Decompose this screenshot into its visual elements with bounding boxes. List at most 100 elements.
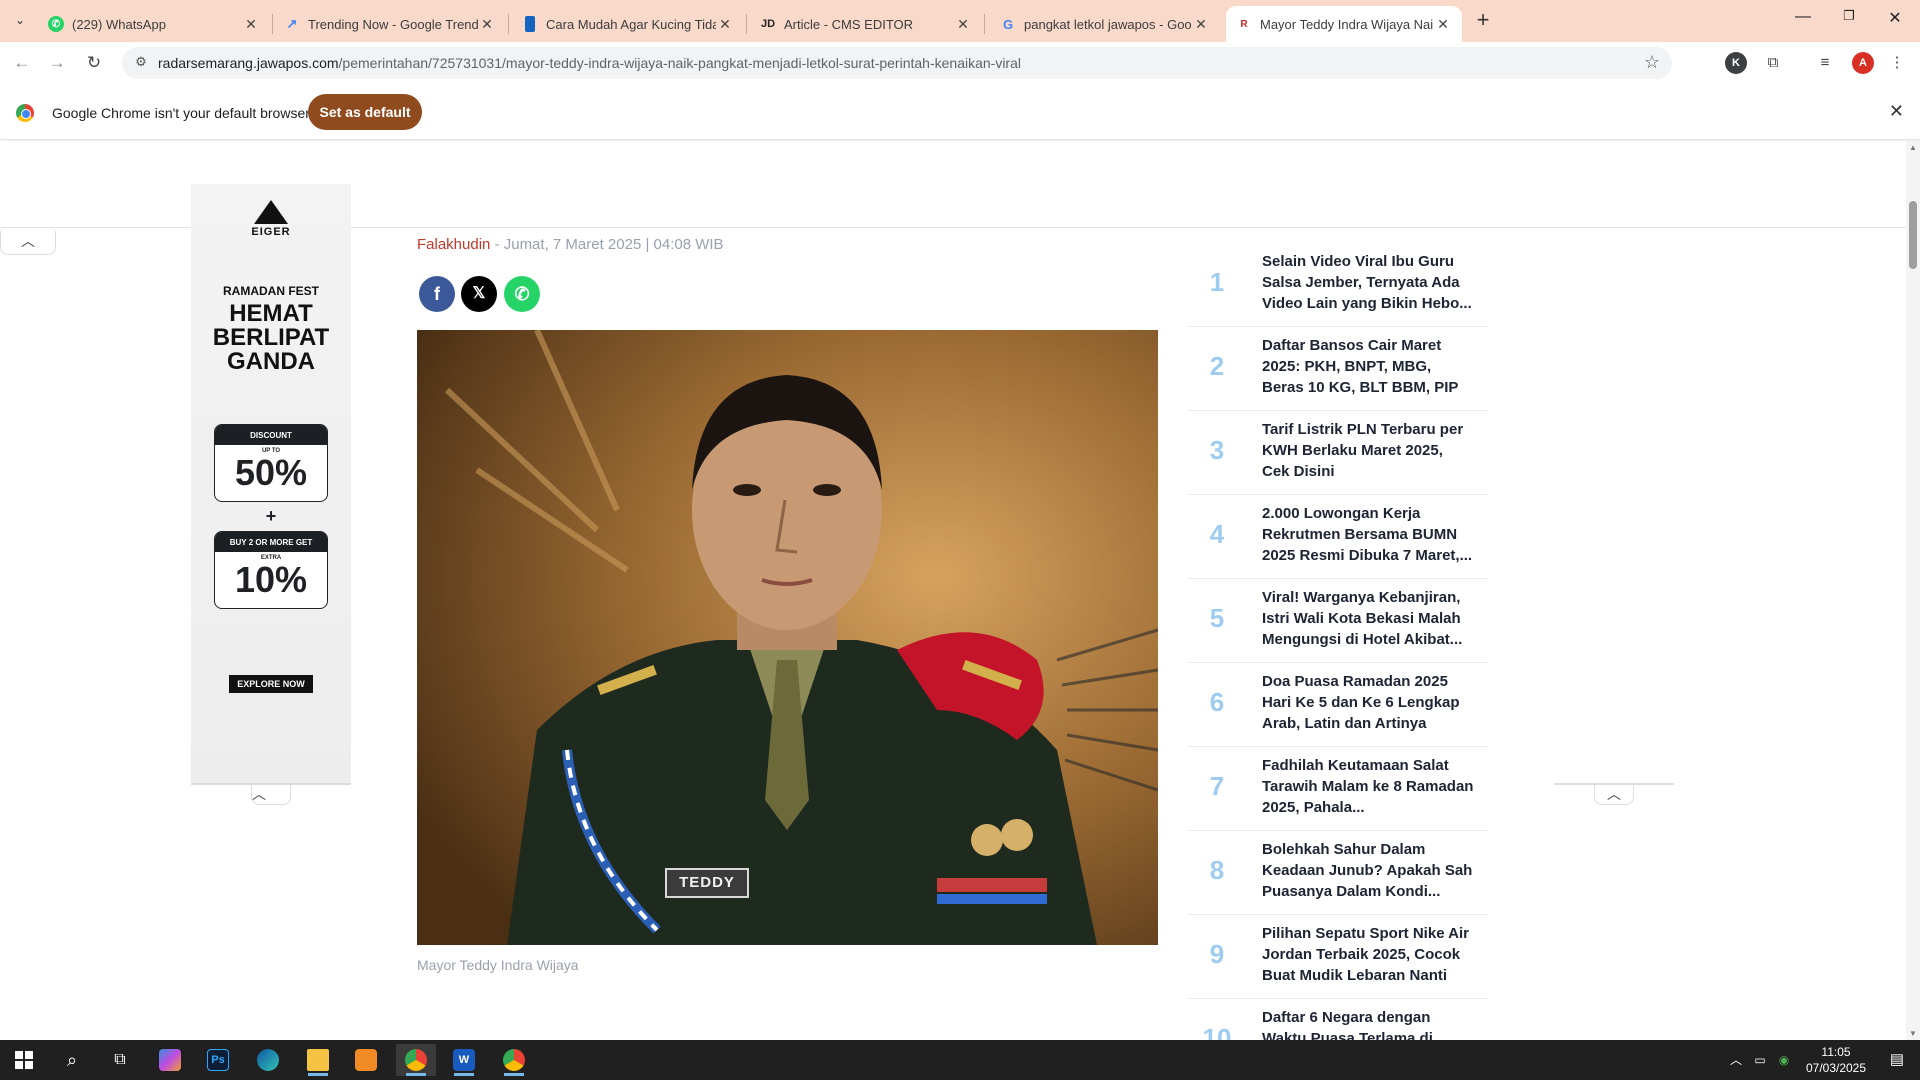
- trending-rank: 8: [1209, 855, 1225, 885]
- menu-kebab-icon[interactable]: ⋮: [1886, 52, 1908, 74]
- article-byline: Falakhudin - Jumat, 7 Maret 2025 | 04:08…: [417, 236, 724, 253]
- trending-rank: 1: [1209, 267, 1225, 297]
- collapse-header-button[interactable]: ︿: [0, 231, 56, 255]
- author-link[interactable]: Falakhudin: [417, 236, 490, 253]
- trending-title[interactable]: 2.000 Lowongan Kerja Rekrutmen Bersama B…: [1262, 503, 1474, 566]
- chrome-taskbar-icon-2[interactable]: [494, 1044, 534, 1076]
- copilot-icon[interactable]: [150, 1044, 190, 1076]
- extensions-icon[interactable]: ⧉: [1762, 52, 1784, 74]
- tab-google-search[interactable]: G pangkat letkol jawapos - Goog ✕: [990, 6, 1220, 42]
- photoshop-icon[interactable]: Ps: [198, 1044, 238, 1076]
- trending-item[interactable]: 6 Doa Puasa Ramadan 2025 Hari Ke 5 dan Ke…: [1188, 663, 1488, 747]
- close-tab-icon[interactable]: ✕: [242, 16, 260, 33]
- trending-item[interactable]: 9 Pilihan Sepatu Sport Nike Air Jordan Te…: [1188, 915, 1488, 999]
- ad-card-value: 50%: [234, 452, 308, 493]
- trending-title[interactable]: Daftar Bansos Cair Maret 2025: PKH, BNPT…: [1262, 335, 1474, 398]
- chrome-logo: [405, 1049, 427, 1071]
- trending-item[interactable]: 4 2.000 Lowongan Kerja Rekrutmen Bersama …: [1188, 495, 1488, 579]
- share-whatsapp-button[interactable]: ✆: [504, 276, 540, 312]
- forward-button[interactable]: →: [45, 51, 69, 75]
- ad-card-header: DISCOUNT: [215, 425, 327, 445]
- clock-time: 11:05: [1821, 1045, 1851, 1059]
- windows-taskbar: ⌕ ⧉ Ps W ︿ ▭ ◉ 11:05 07/03/2025 ▤: [0, 1040, 1920, 1080]
- tab-separator: [508, 14, 509, 34]
- close-tab-icon[interactable]: ✕: [716, 16, 734, 33]
- trending-title[interactable]: Bolehkah Sahur Dalam Keadaan Junub? Apak…: [1262, 839, 1474, 902]
- site-info-icon[interactable]: ⚙: [132, 54, 150, 72]
- trending-item[interactable]: 1 Selain Video Viral Ibu Guru Salsa Jembe…: [1188, 243, 1488, 327]
- restore-button[interactable]: ❐: [1826, 8, 1872, 32]
- trending-item[interactable]: 8 Bolehkah Sahur Dalam Keadaan Junub? Apa…: [1188, 831, 1488, 915]
- system-clock[interactable]: 11:05 07/03/2025: [1796, 1044, 1876, 1076]
- notifications-icon[interactable]: ▤: [1882, 1040, 1912, 1080]
- network-icon[interactable]: ▭: [1750, 1040, 1770, 1080]
- url-text[interactable]: radarsemarang.jawapos.com/pemerintahan/7…: [158, 55, 1021, 71]
- default-browser-infobar: Google Chrome isn't your default browser…: [0, 84, 1920, 140]
- close-tab-icon[interactable]: ✕: [1434, 16, 1452, 33]
- trending-rank: 7: [1209, 771, 1225, 801]
- tab-separator: [984, 14, 985, 34]
- task-view-icon[interactable]: ⧉: [100, 1044, 140, 1076]
- trending-title[interactable]: Selain Video Viral Ibu Guru Salsa Jember…: [1262, 251, 1474, 314]
- close-infobar-icon[interactable]: ✕: [1889, 101, 1904, 122]
- show-hidden-icons[interactable]: ︿: [1726, 1040, 1746, 1080]
- tab-active-article[interactable]: R Mayor Teddy Indra Wijaya Naik ✕: [1226, 6, 1462, 42]
- scroll-up-icon[interactable]: ▲: [1909, 143, 1917, 152]
- profile-avatar[interactable]: A: [1852, 52, 1874, 74]
- address-bar[interactable]: ⚙ radarsemarang.jawapos.com/pemerintahan…: [122, 47, 1672, 79]
- word-icon[interactable]: W: [444, 1044, 484, 1076]
- new-tab-button[interactable]: +: [1470, 8, 1496, 34]
- eiger-ad-banner[interactable]: EIGER RAMADAN FEST HEMAT BERLIPAT GANDA …: [191, 184, 351, 784]
- trending-item[interactable]: 10 Daftar 6 Negara dengan Waktu Puasa Ter…: [1188, 999, 1488, 1040]
- trending-rank: 4: [1209, 519, 1225, 549]
- app-orange-icon[interactable]: [346, 1044, 386, 1076]
- ad-card-header: BUY 2 OR MORE GET: [215, 532, 327, 552]
- set-as-default-button[interactable]: Set as default: [308, 94, 422, 130]
- file-explorer-icon[interactable]: [298, 1044, 338, 1076]
- share-x-button[interactable]: 𝕏: [461, 276, 497, 312]
- close-tab-icon[interactable]: ✕: [1192, 16, 1210, 33]
- edge-icon[interactable]: [248, 1044, 288, 1076]
- tab-separator: [746, 14, 747, 34]
- trending-item[interactable]: 7 Fadhilah Keutamaan Salat Tarawih Malam …: [1188, 747, 1488, 831]
- scrollbar-thumb[interactable]: [1909, 201, 1917, 269]
- trending-item[interactable]: 3 Tarif Listrik PLN Terbaru per KWH Berla…: [1188, 411, 1488, 495]
- trending-title[interactable]: Doa Puasa Ramadan 2025 Hari Ke 5 dan Ke …: [1262, 671, 1474, 734]
- tab-search-button[interactable]: ⌄: [6, 8, 34, 32]
- close-tab-icon[interactable]: ✕: [478, 16, 496, 33]
- ad-collapse-button[interactable]: ︿: [251, 785, 291, 805]
- trending-title[interactable]: Viral! Warganya Kebanjiran, Istri Wali K…: [1262, 587, 1474, 650]
- trending-item[interactable]: 5 Viral! Warganya Kebanjiran, Istri Wali …: [1188, 579, 1488, 663]
- ad-explore-button[interactable]: EXPLORE NOW: [229, 675, 313, 693]
- minimize-button[interactable]: —: [1780, 8, 1826, 32]
- chrome-logo: [503, 1049, 525, 1071]
- chrome-taskbar-icon[interactable]: [396, 1044, 436, 1076]
- reload-button[interactable]: ↻: [82, 51, 106, 75]
- google-icon: G: [1002, 16, 1014, 32]
- share-facebook-button[interactable]: f: [419, 276, 455, 312]
- search-icon[interactable]: ⌕: [52, 1044, 92, 1076]
- trending-item[interactable]: 2 Daftar Bansos Cair Maret 2025: PKH, BNP…: [1188, 327, 1488, 411]
- security-icon[interactable]: ◉: [1774, 1040, 1794, 1080]
- back-button[interactable]: ←: [10, 51, 34, 75]
- tab-cms-editor[interactable]: JD Article - CMS EDITOR ✕: [750, 6, 982, 42]
- image-caption: Mayor Teddy Indra Wijaya: [417, 957, 579, 973]
- close-tab-icon[interactable]: ✕: [954, 16, 972, 33]
- media-controls-icon[interactable]: ≡: [1814, 52, 1836, 74]
- page-scrollbar[interactable]: ▲ ▼: [1906, 141, 1920, 1040]
- trending-title[interactable]: Fadhilah Keutamaan Salat Tarawih Malam k…: [1262, 755, 1474, 818]
- article-hero-image[interactable]: TEDDY: [417, 330, 1158, 945]
- bookmark-star-icon[interactable]: ☆: [1644, 52, 1660, 73]
- trending-title[interactable]: Tarif Listrik PLN Terbaru per KWH Berlak…: [1262, 419, 1474, 482]
- scroll-down-icon[interactable]: ▼: [1909, 1029, 1917, 1038]
- chrome-logo-icon: [16, 104, 34, 122]
- trending-title[interactable]: Daftar 6 Negara dengan Waktu Puasa Terla…: [1262, 1007, 1474, 1040]
- tab-google-trends[interactable]: ↗ Trending Now - Google Trends ✕: [274, 6, 506, 42]
- tab-kucing-article[interactable]: Cara Mudah Agar Kucing Tidak ✕: [512, 6, 744, 42]
- tab-whatsapp[interactable]: ✆ (229) WhatsApp ✕: [38, 6, 270, 42]
- right-ad-collapse-button[interactable]: ︿: [1594, 785, 1634, 805]
- start-button[interactable]: [4, 1044, 44, 1076]
- trending-title[interactable]: Pilihan Sepatu Sport Nike Air Jordan Ter…: [1262, 923, 1474, 986]
- close-window-button[interactable]: ✕: [1872, 8, 1918, 32]
- profile-k-icon[interactable]: K: [1725, 52, 1747, 74]
